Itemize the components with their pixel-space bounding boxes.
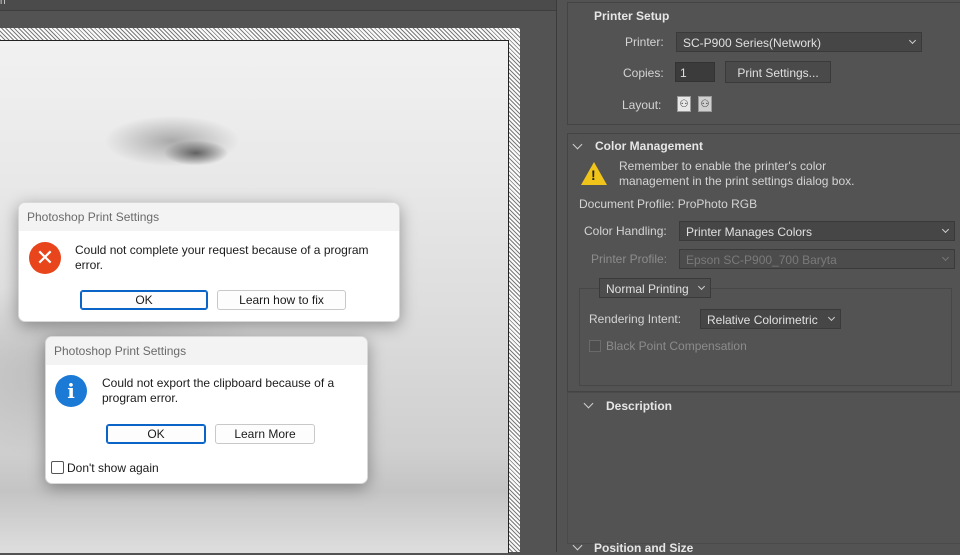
error-dialog-message: Could not complete your request because … bbox=[75, 243, 391, 273]
error-message-line-2: error. bbox=[75, 258, 104, 272]
chevron-down-icon bbox=[941, 253, 950, 262]
error-dialog-title: Photoshop Print Settings bbox=[19, 203, 399, 231]
printer-profile-select: Epson SC-P900_700 Baryta bbox=[679, 249, 955, 269]
description-section bbox=[567, 392, 960, 544]
error-message-line-1: Could not complete your request because … bbox=[75, 243, 369, 257]
print-settings-button[interactable]: Print Settings... bbox=[725, 61, 831, 83]
corner-text: n bbox=[0, 0, 6, 7]
chevron-down-icon bbox=[827, 313, 836, 322]
printing-mode-select[interactable]: Normal Printing bbox=[599, 278, 711, 298]
printer-select-value: SC-P900 Series(Network) bbox=[683, 36, 822, 50]
error-dialog: Photoshop Print Settings ✕ Could not com… bbox=[18, 202, 400, 322]
printer-label: Printer: bbox=[625, 35, 664, 49]
color-warning-message: Remember to enable the printer's color m… bbox=[619, 159, 854, 189]
layout-label: Layout: bbox=[622, 98, 662, 112]
chevron-down-icon bbox=[941, 225, 950, 234]
info-dialog-title: Photoshop Print Settings bbox=[46, 337, 367, 365]
learn-how-to-fix-button[interactable]: Learn how to fix bbox=[217, 290, 346, 310]
chevron-down-icon bbox=[908, 36, 917, 45]
rendering-intent-label: Rendering Intent: bbox=[589, 312, 682, 326]
description-title[interactable]: Description bbox=[606, 399, 672, 413]
chevron-down-icon bbox=[697, 282, 706, 291]
learn-more-button[interactable]: Learn More bbox=[215, 424, 315, 444]
dont-show-again-label: Don't show again bbox=[67, 461, 159, 475]
landscape-layout-icon[interactable]: ⚇ bbox=[698, 96, 712, 112]
info-ok-button[interactable]: OK bbox=[106, 424, 206, 444]
printer-select[interactable]: SC-P900 Series(Network) bbox=[676, 32, 922, 52]
checkbox-box[interactable] bbox=[51, 461, 64, 474]
print-preview-area: n Photoshop Print Settings ✕ Could not c… bbox=[0, 0, 556, 553]
copies-input[interactable]: 1 bbox=[675, 62, 715, 82]
black-point-compensation-label: Black Point Compensation bbox=[606, 339, 747, 353]
color-handling-label: Color Handling: bbox=[584, 224, 667, 238]
position-size-title[interactable]: Position and Size bbox=[594, 541, 693, 555]
color-handling-value: Printer Manages Colors bbox=[686, 225, 813, 239]
rendering-intent-value: Relative Colorimetric bbox=[707, 313, 818, 327]
printer-profile-label: Printer Profile: bbox=[591, 252, 668, 266]
color-management-title[interactable]: Color Management bbox=[595, 139, 703, 153]
portrait-layout-icon[interactable]: ⚇ bbox=[677, 96, 691, 112]
rendering-group-box bbox=[579, 288, 952, 386]
warning-line-2: management in the print settings dialog … bbox=[619, 174, 855, 188]
printing-mode-value: Normal Printing bbox=[606, 282, 689, 296]
document-profile-text: Document Profile: ProPhoto RGB bbox=[579, 197, 758, 211]
error-icon: ✕ bbox=[29, 242, 61, 274]
warning-icon: ! bbox=[581, 162, 607, 185]
error-ok-button[interactable]: OK bbox=[80, 290, 208, 310]
print-settings-panel: Printer Setup Printer: SC-P900 Series(Ne… bbox=[556, 0, 960, 555]
info-dialog-message: Could not export the clipboard because o… bbox=[102, 376, 360, 406]
info-dialog: Photoshop Print Settings i Could not exp… bbox=[45, 336, 368, 484]
info-message-line-1: Could not export the clipboard because o… bbox=[102, 376, 335, 390]
printer-profile-value: Epson SC-P900_700 Baryta bbox=[686, 253, 837, 267]
preview-top-strip: n bbox=[0, 0, 556, 11]
dont-show-again-checkbox[interactable]: Don't show again bbox=[51, 461, 159, 475]
warning-line-1: Remember to enable the printer's color bbox=[619, 159, 827, 173]
copies-label: Copies: bbox=[623, 66, 664, 80]
black-point-compensation-checkbox bbox=[589, 340, 601, 352]
info-icon: i bbox=[55, 375, 87, 407]
color-handling-select[interactable]: Printer Manages Colors bbox=[679, 221, 955, 241]
info-message-line-2: program error. bbox=[102, 391, 179, 405]
printer-setup-title: Printer Setup bbox=[594, 9, 670, 23]
rendering-intent-select[interactable]: Relative Colorimetric bbox=[700, 309, 841, 329]
